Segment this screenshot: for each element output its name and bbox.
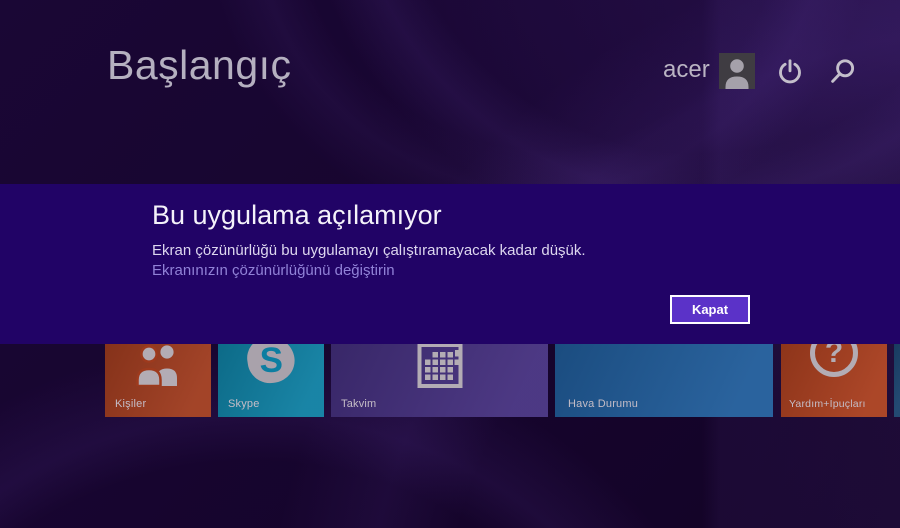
search-button[interactable]	[827, 57, 857, 87]
tile-label: Skype	[228, 398, 260, 410]
people-icon	[136, 345, 177, 388]
change-resolution-link[interactable]: Ekranınızın çözünürlüğünü değiştirin	[152, 261, 395, 281]
tile-label: Yardım+İpuçları	[789, 398, 866, 410]
tile-label: Hava Durumu	[568, 398, 639, 410]
user-name[interactable]: acer	[663, 56, 710, 84]
app-error-dialog: Bu uygulama açılamıyor Ekran çözünürlüğü…	[0, 184, 900, 344]
power-button[interactable]	[775, 57, 805, 87]
tile-label: Kişiler	[115, 398, 147, 410]
user-avatar-icon	[725, 59, 749, 89]
calendar-icon	[417, 343, 462, 388]
search-icon	[831, 59, 855, 83]
dialog-title: Bu uygulama açılamıyor	[152, 200, 442, 230]
avatar[interactable]	[719, 53, 755, 89]
start-screen: Başlangıç acer Kişiler S Skype Takvim Ha…	[0, 0, 900, 528]
close-button[interactable]: Kapat	[670, 295, 750, 324]
dialog-message: Ekran çözünürlüğü bu uygulamayı çalıştır…	[152, 242, 586, 259]
power-icon	[779, 59, 801, 84]
page-title: Başlangıç	[107, 42, 292, 88]
tile-label: Takvim	[341, 398, 377, 410]
